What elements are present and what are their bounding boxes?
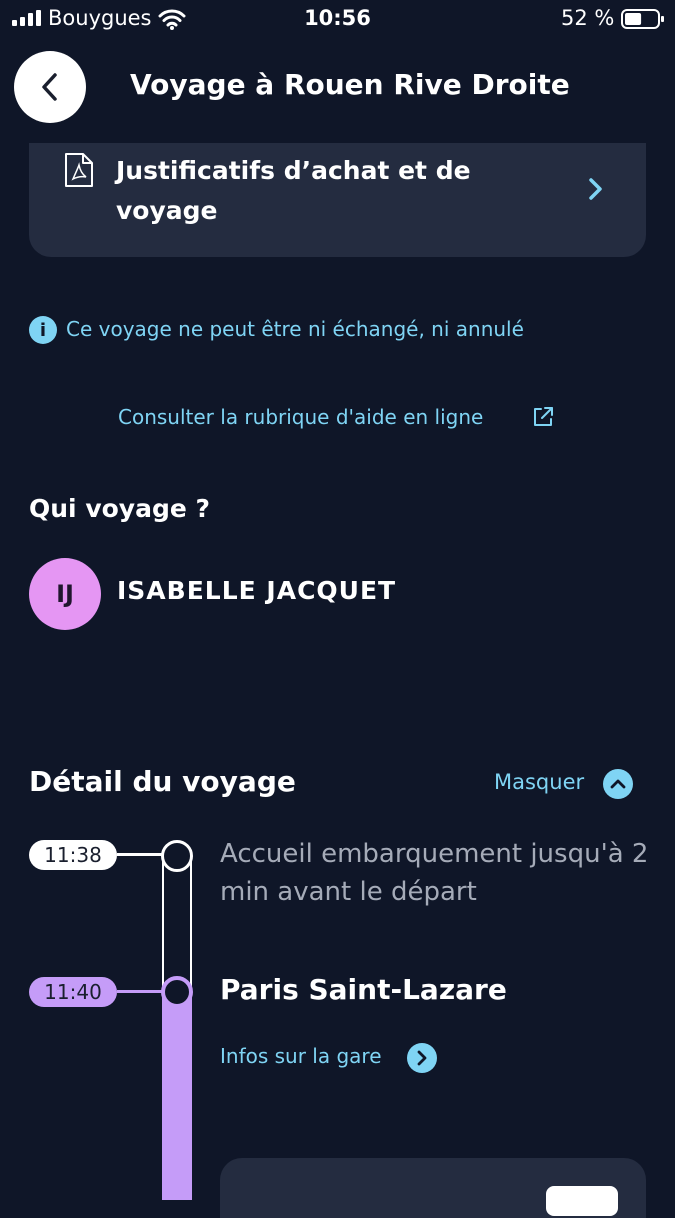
traveller-name: ISABELLE JACQUET: [117, 576, 397, 605]
status-bar: Bouygues 10:56 52 %: [0, 0, 675, 40]
timeline-segment-travel: [162, 990, 192, 1200]
train-card-button[interactable]: [546, 1186, 618, 1216]
timeline-connector: [117, 990, 163, 993]
trip-detail-title: Détail du voyage: [29, 765, 296, 798]
help-link[interactable]: Consulter la rubrique d'aide en ligne: [118, 405, 483, 429]
chevron-up-icon[interactable]: [603, 769, 633, 799]
chevron-right-icon: [589, 178, 602, 200]
time-pill: 11:40: [29, 977, 117, 1007]
pdf-document-icon: [65, 153, 93, 187]
battery-icon: [621, 9, 664, 29]
timeline-node: [161, 976, 193, 1008]
chevron-left-icon: [42, 73, 57, 101]
station-info-link[interactable]: Infos sur la gare: [220, 1044, 382, 1068]
non-exchangeable-notice: Ce voyage ne peut être ni échangé, ni an…: [66, 317, 524, 341]
boarding-notice: Accueil embarquement jusqu'à 2 min avant…: [220, 839, 649, 907]
time-pill: 11:38: [29, 840, 117, 870]
battery-percent: 52 %: [561, 6, 615, 30]
external-link-icon: [534, 407, 553, 426]
timeline-connector: [117, 853, 163, 856]
travellers-title: Qui voyage ?: [29, 494, 211, 523]
back-button[interactable]: [14, 51, 86, 123]
info-icon: i: [29, 316, 57, 344]
receipts-label: Justificatifs d’achat et de voyage: [116, 156, 471, 225]
page-title: Voyage à Rouen Rive Droite: [130, 68, 570, 101]
chevron-right-circle-icon[interactable]: [407, 1043, 437, 1073]
hide-toggle-label[interactable]: Masquer: [494, 770, 584, 794]
avatar: IJ: [29, 558, 101, 630]
station-name: Paris Saint-Lazare: [220, 973, 507, 1006]
timeline-segment-boarding: [162, 855, 192, 995]
timeline-node: [161, 840, 193, 872]
